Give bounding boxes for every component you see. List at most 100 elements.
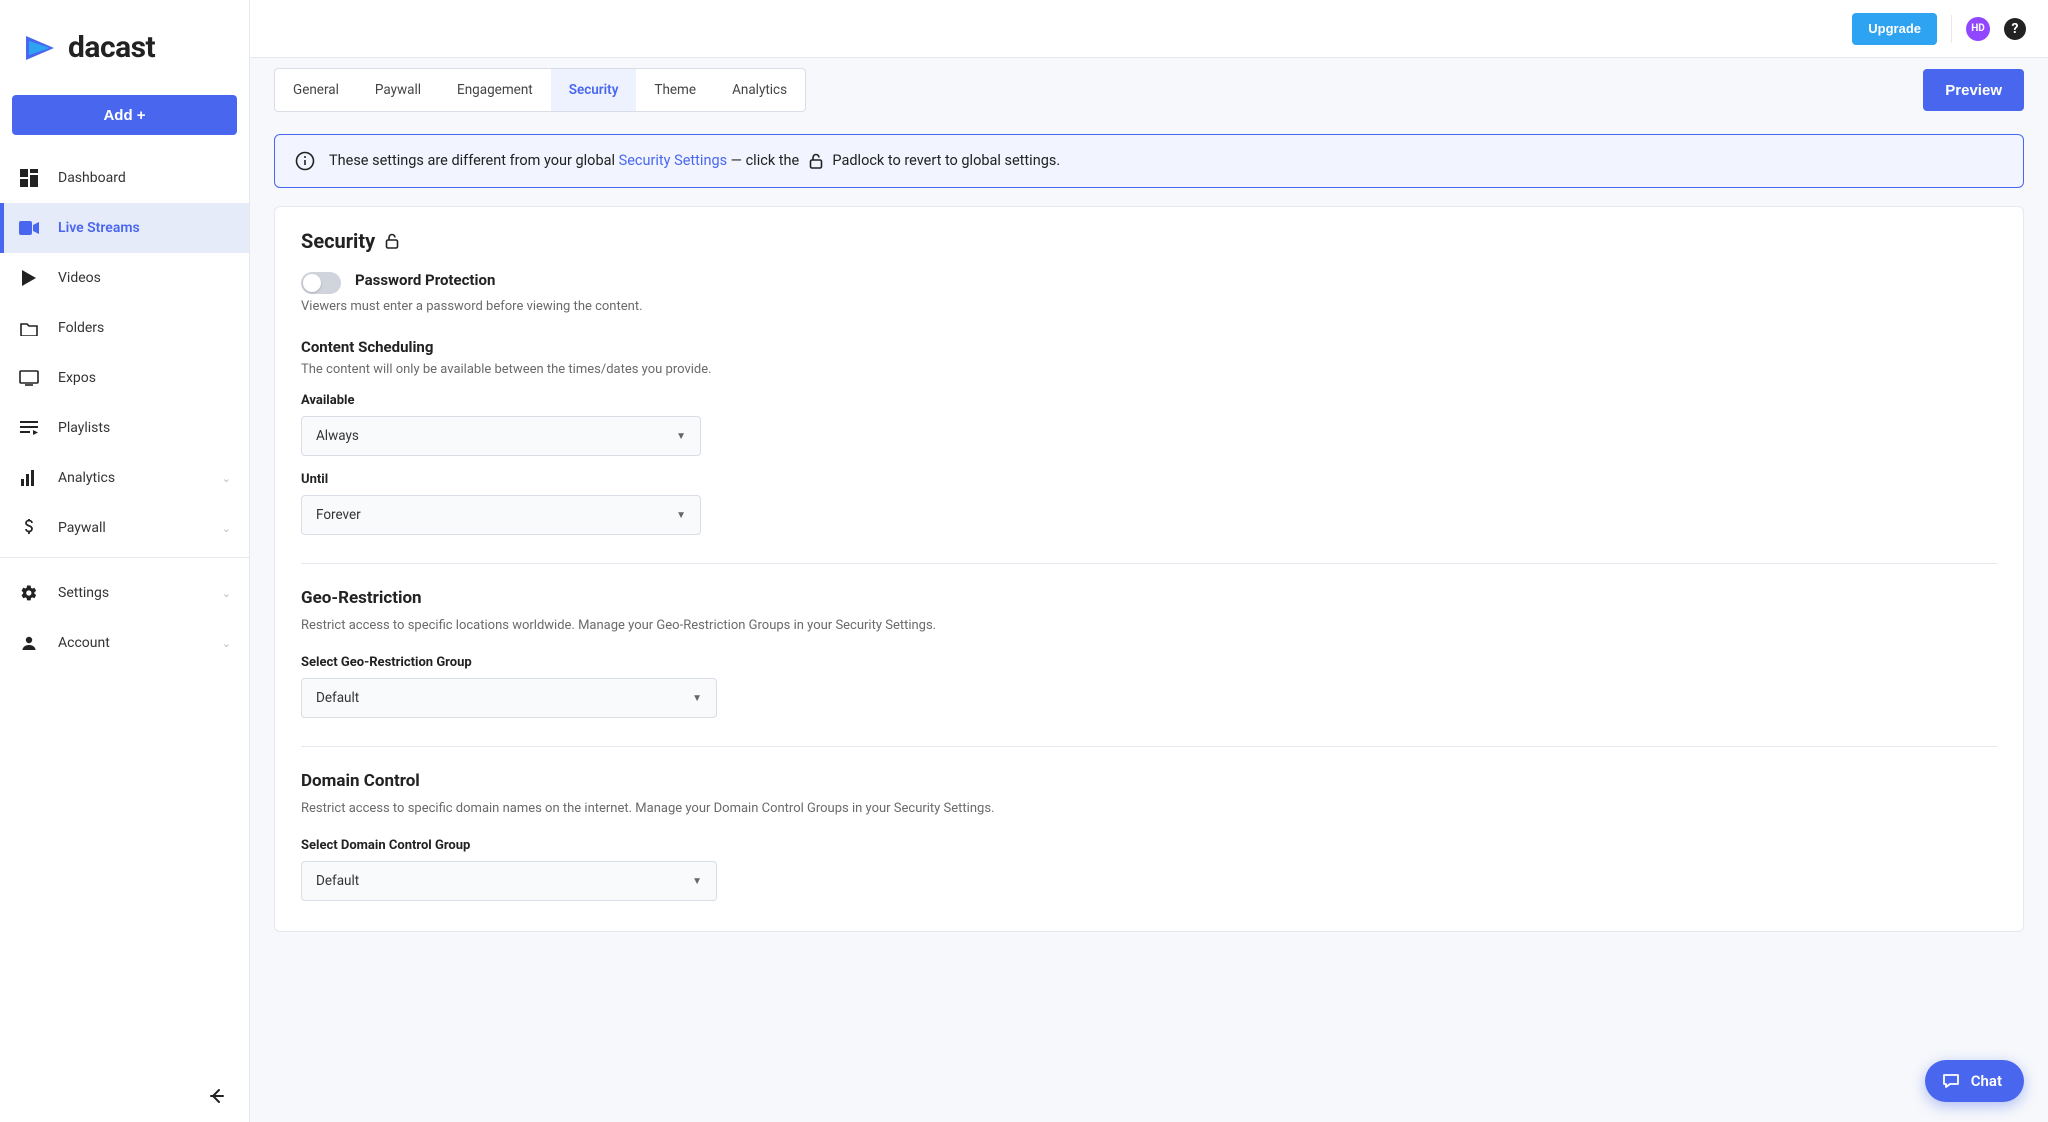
analytics-icon xyxy=(18,470,40,486)
sidebar-item-settings[interactable]: Settings ⌄ xyxy=(0,568,249,618)
sidebar: dacast Add + Dashboard Live Streams Vi xyxy=(0,0,250,1122)
live-stream-icon xyxy=(18,221,40,235)
chevron-down-icon: ⌄ xyxy=(222,637,231,650)
sidebar-item-label: Folders xyxy=(58,320,104,336)
tab-theme[interactable]: Theme xyxy=(636,69,714,111)
sidebar-item-expos[interactable]: Expos xyxy=(0,353,249,403)
sidebar-item-label: Paywall xyxy=(58,520,106,536)
content-scheduling-title: Content Scheduling xyxy=(301,338,1997,356)
play-icon xyxy=(18,270,40,286)
sidebar-item-paywall[interactable]: Paywall ⌄ xyxy=(0,503,249,553)
divider xyxy=(0,557,249,558)
chat-button[interactable]: Chat xyxy=(1925,1060,2024,1102)
display-icon xyxy=(18,370,40,386)
sidebar-item-folders[interactable]: Folders xyxy=(0,303,249,353)
security-settings-link[interactable]: Security Settings xyxy=(619,152,727,169)
collapse-sidebar-button[interactable] xyxy=(203,1082,231,1110)
panel-title: Security xyxy=(301,229,1997,253)
folder-icon xyxy=(18,321,40,336)
gear-icon xyxy=(18,584,40,602)
sidebar-item-analytics[interactable]: Analytics ⌄ xyxy=(0,453,249,503)
brand-mark-icon xyxy=(24,32,62,64)
password-protection-desc: Viewers must enter a password before vie… xyxy=(301,299,1997,314)
chat-icon xyxy=(1941,1071,1961,1091)
tab-engagement[interactable]: Engagement xyxy=(439,69,551,111)
sidebar-item-label: Account xyxy=(58,635,110,651)
available-label: Available xyxy=(301,393,1997,408)
sidebar-item-label: Live Streams xyxy=(58,220,140,236)
sidebar-item-live-streams[interactable]: Live Streams xyxy=(0,203,249,253)
tab-bar: General Paywall Engagement Security Them… xyxy=(274,68,806,112)
lock-open-icon[interactable] xyxy=(383,232,401,250)
tab-general[interactable]: General xyxy=(275,69,357,111)
add-button[interactable]: Add + xyxy=(12,95,237,135)
caret-down-icon: ▼ xyxy=(692,693,702,704)
brand-name: dacast xyxy=(68,30,155,65)
avatar[interactable]: HD xyxy=(1966,17,1990,41)
chevron-down-icon: ⌄ xyxy=(222,587,231,600)
sidebar-item-label: Playlists xyxy=(58,420,110,436)
info-icon xyxy=(295,151,315,171)
security-panel: Security Password Protection Viewers mus… xyxy=(274,206,2024,932)
domain-control-desc: Restrict access to specific domain names… xyxy=(301,801,1997,816)
domain-control-title: Domain Control xyxy=(301,771,1997,791)
tab-security[interactable]: Security xyxy=(551,69,637,111)
sidebar-item-playlists[interactable]: Playlists xyxy=(0,403,249,453)
caret-down-icon: ▼ xyxy=(692,876,702,887)
sidebar-item-label: Analytics xyxy=(58,470,115,486)
sidebar-item-videos[interactable]: Videos xyxy=(0,253,249,303)
password-protection-toggle[interactable] xyxy=(301,272,341,294)
available-select[interactable]: Always ▼ xyxy=(301,416,701,456)
upgrade-button[interactable]: Upgrade xyxy=(1852,13,1937,45)
sidebar-item-label: Dashboard xyxy=(58,170,126,186)
chevron-down-icon: ⌄ xyxy=(222,472,231,485)
domain-group-value: Default xyxy=(316,873,359,889)
divider xyxy=(301,746,1997,747)
content-scheduling-desc: The content will only be available betwe… xyxy=(301,362,1997,377)
geo-group-label: Select Geo-Restriction Group xyxy=(301,655,1997,670)
lock-open-icon xyxy=(807,152,825,170)
help-icon[interactable]: ? xyxy=(2004,18,2026,40)
paywall-icon xyxy=(18,519,40,537)
content-scheduling-section: Content Scheduling The content will only… xyxy=(301,338,1997,535)
caret-down-icon: ▼ xyxy=(676,510,686,521)
playlist-icon xyxy=(18,421,40,435)
info-banner: These settings are different from your g… xyxy=(274,134,2024,188)
main: Upgrade HD ? General Paywall Engagement … xyxy=(250,0,2048,1122)
chat-label: Chat xyxy=(1971,1072,2002,1090)
domain-group-label: Select Domain Control Group xyxy=(301,838,1997,853)
banner-text: These settings are different from your g… xyxy=(329,152,1060,170)
person-icon xyxy=(18,635,40,651)
sidebar-nav: Dashboard Live Streams Videos Folders xyxy=(0,153,249,553)
geo-restriction-desc: Restrict access to specific locations wo… xyxy=(301,618,1997,633)
preview-button[interactable]: Preview xyxy=(1923,69,2024,111)
sidebar-item-label: Settings xyxy=(58,585,109,601)
geo-restriction-title: Geo-Restriction xyxy=(301,588,1997,608)
domain-group-select[interactable]: Default ▼ xyxy=(301,861,717,901)
tab-analytics[interactable]: Analytics xyxy=(714,69,805,111)
dashboard-icon xyxy=(18,169,40,187)
password-protection-section: Password Protection Viewers must enter a… xyxy=(301,271,1997,314)
sidebar-nav-secondary: Settings ⌄ Account ⌄ xyxy=(0,568,249,668)
password-protection-title: Password Protection xyxy=(355,271,495,289)
divider xyxy=(1951,15,1952,43)
available-value: Always xyxy=(316,428,359,444)
chevron-down-icon: ⌄ xyxy=(222,522,231,535)
brand-logo[interactable]: dacast xyxy=(0,0,249,83)
geo-group-value: Default xyxy=(316,690,359,706)
until-label: Until xyxy=(301,472,1997,487)
topbar: Upgrade HD ? xyxy=(250,0,2048,58)
sidebar-item-dashboard[interactable]: Dashboard xyxy=(0,153,249,203)
geo-group-select[interactable]: Default ▼ xyxy=(301,678,717,718)
caret-down-icon: ▼ xyxy=(676,431,686,442)
until-select[interactable]: Forever ▼ xyxy=(301,495,701,535)
sidebar-item-label: Expos xyxy=(58,370,96,386)
divider xyxy=(301,563,1997,564)
content-area: General Paywall Engagement Security Them… xyxy=(250,58,2048,1122)
domain-control-section: Domain Control Restrict access to specif… xyxy=(301,771,1997,901)
until-value: Forever xyxy=(316,507,361,523)
sidebar-item-label: Videos xyxy=(58,270,101,286)
geo-restriction-section: Geo-Restriction Restrict access to speci… xyxy=(301,588,1997,718)
sidebar-item-account[interactable]: Account ⌄ xyxy=(0,618,249,668)
tab-paywall[interactable]: Paywall xyxy=(357,69,439,111)
